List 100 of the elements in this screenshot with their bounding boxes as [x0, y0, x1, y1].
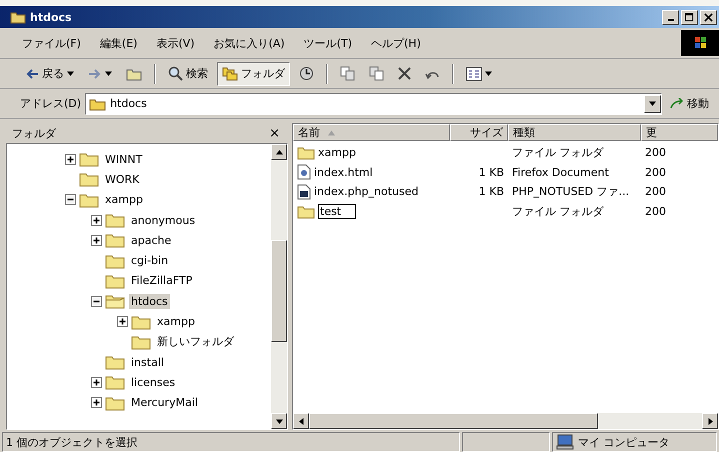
- close-button[interactable]: ×: [267, 126, 282, 140]
- file-name[interactable]: index.html: [314, 166, 373, 179]
- column-header[interactable]: サイズ: [450, 124, 508, 141]
- expand-button[interactable]: [91, 214, 102, 226]
- open-folder-icon: [105, 293, 125, 310]
- tree-item[interactable]: htdocs: [129, 294, 170, 309]
- folders-icon: [222, 66, 238, 81]
- menu-item[interactable]: 表示(V): [156, 36, 195, 50]
- collapse-button[interactable]: [91, 296, 102, 307]
- maximize-icon: [685, 12, 694, 22]
- folder-icon: [131, 314, 151, 330]
- tree-item[interactable]: anonymous: [129, 212, 198, 228]
- menu-item[interactable]: ファイル(F): [22, 36, 81, 50]
- tree-item[interactable]: apache: [129, 232, 174, 248]
- expand-button[interactable]: [65, 154, 76, 165]
- tree-item[interactable]: install: [129, 354, 166, 370]
- folder-icon: [105, 394, 125, 411]
- folder-icon: [105, 374, 125, 390]
- tree-item[interactable]: WINNT: [103, 152, 144, 167]
- file-type: ファイル フォルダ: [512, 204, 604, 219]
- left-arrow-icon: [25, 68, 39, 80]
- tree-item[interactable]: xampp: [155, 314, 197, 330]
- expand-button[interactable]: [91, 397, 102, 408]
- expand-button[interactable]: [91, 376, 102, 388]
- rename-field[interactable]: test: [318, 204, 356, 219]
- folder-icon: [105, 232, 125, 248]
- close-button[interactable]: [700, 10, 717, 24]
- file-type: ファイル フォルダ: [512, 145, 604, 160]
- address-label: アドレス(D): [20, 96, 82, 111]
- tree-item[interactable]: FileZillaFTP: [129, 273, 194, 288]
- minimize-icon: [668, 19, 674, 21]
- file-icon: [297, 184, 311, 200]
- column-header[interactable]: 更: [641, 124, 718, 141]
- scroll-thumb[interactable]: [309, 413, 598, 429]
- tree-item[interactable]: MercuryMail: [129, 395, 200, 410]
- status-message: 1 個のオブジェクトを選択: [2, 432, 460, 452]
- right-arrow-icon: [706, 418, 714, 424]
- tree-item[interactable]: WORK: [103, 172, 142, 187]
- back-button[interactable]: 戻る: [20, 62, 79, 86]
- pane-title: フォルダ: [12, 126, 56, 140]
- dropdown-button[interactable]: [644, 94, 661, 112]
- caret-icon: [649, 100, 656, 107]
- move-icon: [340, 66, 355, 81]
- left-arrow-icon: [298, 418, 304, 424]
- scroll-up-button[interactable]: [271, 144, 287, 160]
- file-name[interactable]: xampp: [318, 146, 356, 160]
- file-type: Firefox Document: [512, 166, 609, 179]
- copy-icon: [369, 66, 384, 81]
- folder-icon: [79, 171, 99, 188]
- tree-item[interactable]: licenses: [129, 374, 178, 390]
- file-size: 1 KB: [478, 185, 504, 198]
- folder-icon: [131, 334, 151, 350]
- column-header[interactable]: 種類: [508, 124, 641, 141]
- delete-icon: [398, 67, 411, 80]
- document-icon: [297, 164, 311, 180]
- expand-button[interactable]: [117, 316, 128, 328]
- tree-item[interactable]: xampp: [103, 192, 145, 208]
- menu-item[interactable]: ツール(T): [304, 36, 352, 50]
- folder-icon: [126, 66, 142, 80]
- go-arrow-icon: [670, 98, 684, 110]
- minimize-button[interactable]: [662, 10, 679, 24]
- caret-icon: [67, 70, 74, 77]
- horizontal-scrollbar[interactable]: [293, 413, 718, 429]
- modified-date: 200: [645, 185, 666, 198]
- expand-button[interactable]: [91, 234, 102, 246]
- folder-icon: [10, 10, 26, 24]
- folder-icon: [89, 96, 106, 110]
- modified-date: 200: [645, 204, 666, 218]
- tree-item[interactable]: cgi-bin: [129, 253, 170, 268]
- window-title: htdocs: [30, 10, 73, 24]
- modified-date: 200: [645, 166, 666, 179]
- caret-icon: [485, 70, 492, 77]
- search-button[interactable]: 検索: [163, 62, 213, 86]
- tree-item[interactable]: 新しいフォルダ: [155, 333, 236, 350]
- down-arrow-icon: [276, 418, 282, 424]
- scroll-thumb[interactable]: [271, 240, 287, 342]
- file-name[interactable]: index.php_notused: [314, 185, 418, 198]
- folder-icon: [79, 192, 99, 208]
- folder-icon: [79, 151, 99, 168]
- right-arrow-icon: [88, 68, 102, 80]
- go-button[interactable]: 移動: [666, 94, 713, 113]
- scroll-right-button[interactable]: [702, 413, 718, 429]
- menu-item[interactable]: ヘルプ(H): [371, 36, 421, 50]
- clock-icon: [299, 66, 314, 81]
- vertical-scrollbar[interactable]: [271, 144, 287, 429]
- address-field[interactable]: htdocs: [85, 92, 662, 114]
- menu-item[interactable]: お気に入り(A): [214, 36, 285, 50]
- scroll-down-button[interactable]: [271, 413, 287, 429]
- column-header[interactable]: 名前: [293, 124, 450, 141]
- file-type: PHP_NOTUSED ファ...: [512, 184, 630, 200]
- folders-button[interactable]: フォルダ: [217, 62, 290, 86]
- scroll-left-button[interactable]: [293, 413, 309, 429]
- search-icon: [168, 66, 183, 81]
- maximize-button[interactable]: [681, 10, 698, 24]
- collapse-button[interactable]: [65, 194, 76, 206]
- caret-icon: [105, 70, 112, 77]
- computer-icon: [556, 434, 574, 450]
- windows-logo-icon: [681, 30, 719, 56]
- file-size: 1 KB: [478, 166, 504, 179]
- menu-item[interactable]: 編集(E): [100, 36, 138, 50]
